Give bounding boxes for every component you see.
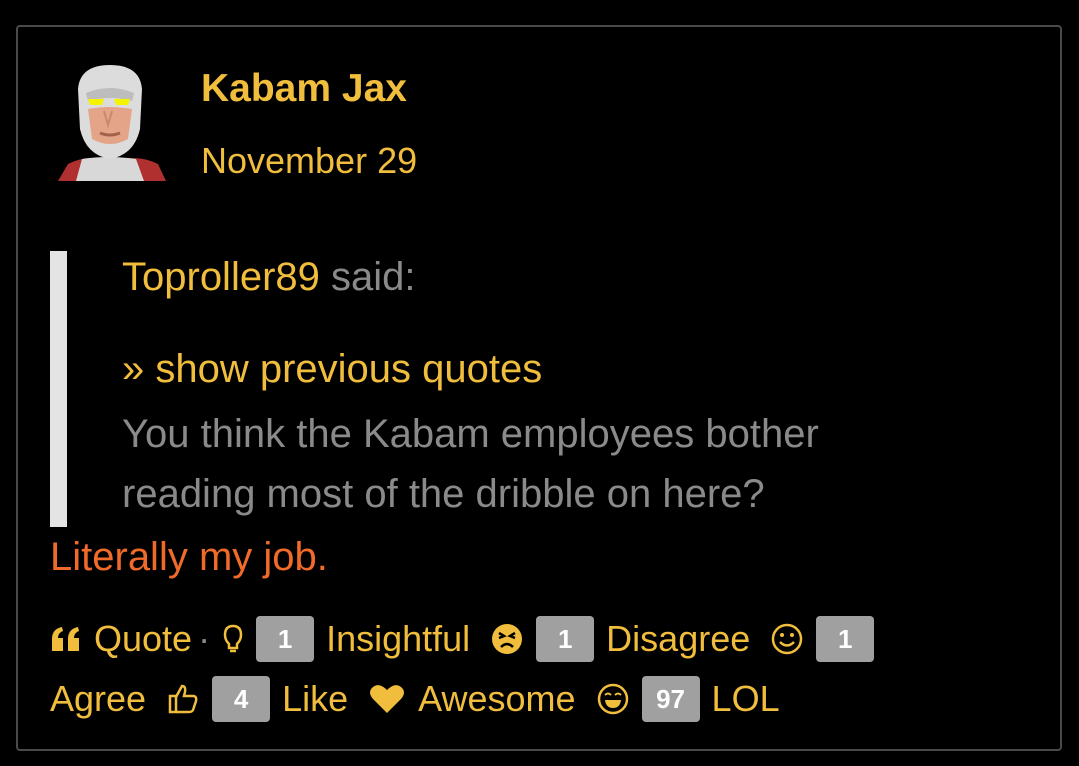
avatar[interactable] [48,59,170,181]
reply-text: Literally my job. [50,535,328,579]
disagree-label[interactable]: Disagree [606,609,750,669]
post-author[interactable]: Kabam Jax [201,65,407,113]
reactions-row-1: Quote · 1 Insightful 1 Disagree 1 [50,609,1040,669]
awesome-label[interactable]: Awesome [418,669,575,729]
angry-face-icon[interactable] [490,622,524,656]
quote-icon[interactable] [50,625,82,653]
like-label[interactable]: Like [282,669,348,729]
lightbulb-icon[interactable] [222,623,244,655]
quote-header: Toproller89 said: [122,253,416,301]
quote-button[interactable]: Quote [94,609,192,669]
separator: · [198,618,211,659]
like-count-badge[interactable]: 4 [212,676,271,722]
insightful-label[interactable]: Insightful [326,609,470,669]
thumbs-up-icon[interactable] [166,682,200,716]
insightful-count-badge[interactable]: 1 [256,616,315,662]
quote-text: You think the Kabam employees bother rea… [122,412,819,516]
lol-count-badge[interactable]: 97 [641,676,700,722]
smile-face-icon[interactable] [770,622,804,656]
heart-icon[interactable] [368,682,406,716]
quote-said-label: said: [331,255,416,299]
post-card: Kabam Jax November 29 Toproller89 said: … [16,25,1062,751]
agree-count-badge[interactable]: 1 [816,616,875,662]
quote-author[interactable]: Toproller89 [122,255,320,299]
reactions-bar: Quote · 1 Insightful 1 Disagree 1 Agree … [50,609,1040,729]
disagree-count-badge[interactable]: 1 [536,616,595,662]
agree-label[interactable]: Agree [50,669,146,729]
reactions-row-2: Agree 4 Like Awesome 97 LOL [50,669,1040,729]
show-previous-quotes-link[interactable]: » show previous quotes [122,345,542,393]
quote-bar [50,251,67,527]
laugh-face-icon[interactable] [596,682,630,716]
lol-label[interactable]: LOL [712,669,780,729]
post-date[interactable]: November 29 [201,139,417,183]
